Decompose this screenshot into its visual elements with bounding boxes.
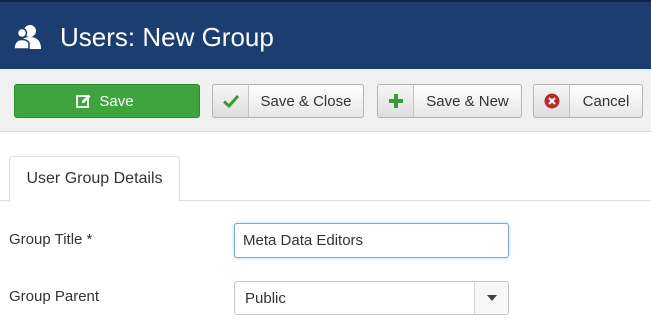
- save-new-button[interactable]: Save & New: [377, 84, 522, 118]
- save-close-button[interactable]: Save & Close: [212, 84, 364, 118]
- save-button[interactable]: Save: [14, 84, 200, 118]
- group-parent-label: Group Parent: [9, 288, 100, 305]
- group-title-label: Group Title *: [9, 231, 93, 248]
- save-new-button-label: Save & New: [426, 92, 509, 110]
- tab-user-group-details[interactable]: User Group Details: [9, 156, 180, 202]
- toolbar: Save Save & Close Save & New Cancel: [0, 69, 651, 132]
- group-parent-select[interactable]: Public: [234, 281, 509, 315]
- page: Users: New Group Save Save & Close Save …: [0, 0, 651, 321]
- group-parent-value: Public: [245, 289, 286, 307]
- save-button-label: Save: [99, 92, 134, 110]
- checkmark-icon: [213, 85, 249, 117]
- chevron-down-icon[interactable]: [474, 282, 508, 314]
- cancel-button-label: Cancel: [582, 92, 630, 110]
- cancel-button[interactable]: Cancel: [533, 84, 643, 118]
- page-title: Users: New Group: [60, 22, 274, 52]
- plus-icon: [378, 85, 414, 117]
- cancel-circle-icon: [534, 85, 570, 117]
- edit-icon: [76, 94, 91, 109]
- group-title-input[interactable]: [234, 223, 509, 258]
- header-bar: Users: New Group: [0, 0, 651, 69]
- save-close-button-label: Save & Close: [260, 92, 352, 110]
- users-icon: [13, 24, 42, 50]
